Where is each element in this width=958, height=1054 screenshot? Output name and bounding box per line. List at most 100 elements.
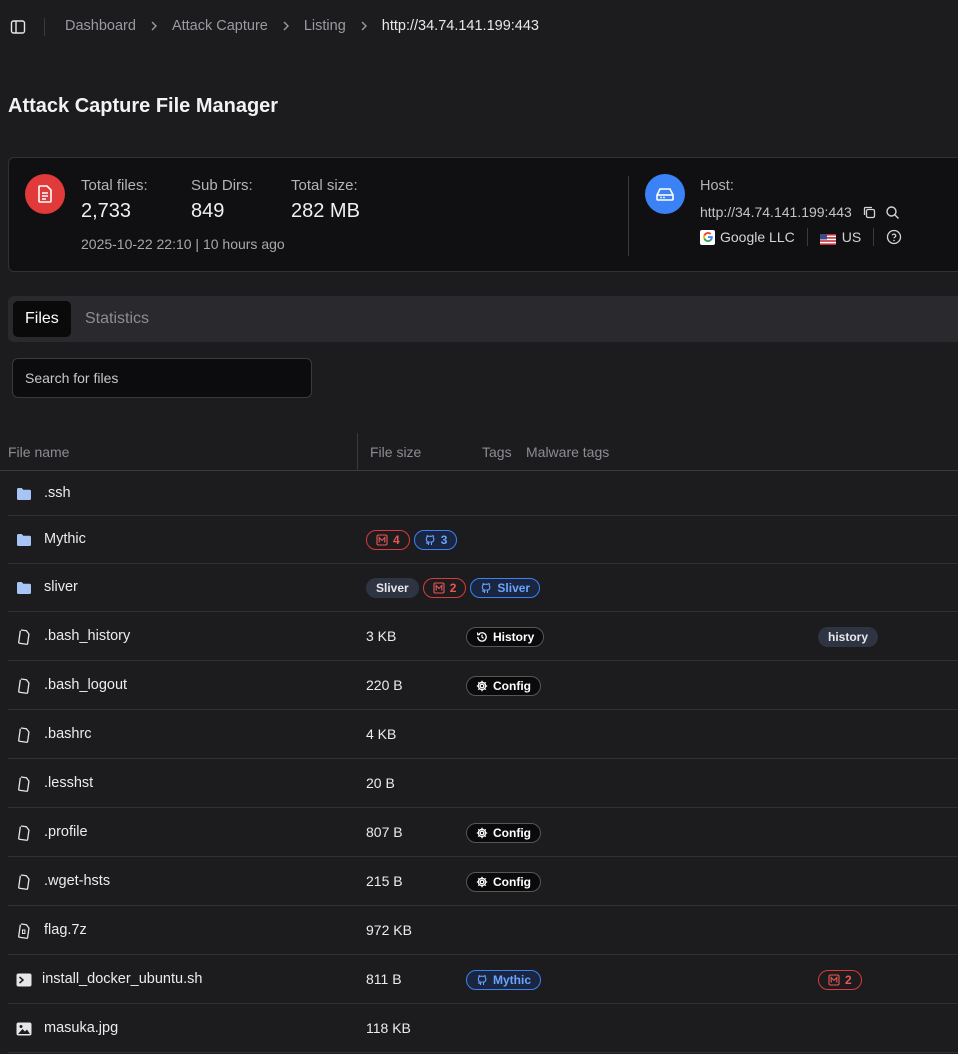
malware-icon	[433, 582, 445, 594]
breadcrumb-dashboard[interactable]: Dashboard	[65, 18, 136, 34]
table-row[interactable]: install_docker_ubuntu.sh 811 B Mythic 2	[8, 955, 958, 1004]
tag-label: Config	[493, 678, 531, 693]
breadcrumb-attack-capture[interactable]: Attack Capture	[172, 18, 268, 34]
tag-badge[interactable]: Sliver	[470, 578, 541, 598]
tag-badge[interactable]: Mythic	[466, 969, 542, 990]
google-logo-icon	[700, 229, 715, 245]
column-header-file-name[interactable]: File name	[8, 444, 69, 460]
tag-badge[interactable]: 2	[422, 578, 467, 598]
malware-tags: 2	[818, 969, 862, 990]
tag-badge[interactable]: 4	[366, 530, 410, 550]
tag-badge[interactable]: Sliver	[366, 578, 419, 598]
tag-badge[interactable]: Config	[466, 675, 541, 696]
table-row[interactable]: .wget-hsts 215 B Config	[8, 857, 958, 906]
tag-badge[interactable]: 3	[413, 530, 458, 550]
divider	[628, 176, 629, 256]
tab-files[interactable]: Files	[13, 301, 71, 337]
copy-icon[interactable]	[862, 205, 877, 220]
sidebar-toggle-icon[interactable]	[9, 18, 27, 36]
tag-label: Sliver	[376, 581, 409, 595]
table-row[interactable]: Mythic 4 3	[8, 516, 958, 564]
tag-label: 2	[449, 581, 457, 595]
tag-label: Config	[493, 874, 531, 889]
tag-label: history	[828, 629, 869, 644]
breadcrumb-listing[interactable]: Listing	[304, 18, 346, 34]
stat-total-files: Total files: 2,733	[81, 177, 148, 223]
malware-icon	[828, 973, 840, 986]
tabs-bar: Files Statistics	[8, 296, 958, 342]
malware-icon	[376, 534, 388, 546]
stat-total-size: Total size: 282 MB	[291, 177, 360, 223]
table-row[interactable]: sliver Sliver 2 Sliver	[8, 564, 958, 612]
folder-icon	[16, 486, 32, 502]
file-size: 118 KB	[366, 1019, 411, 1036]
file-name[interactable]: .lesshst	[44, 775, 93, 791]
file-name[interactable]: flag.7z	[44, 922, 87, 938]
column-resize-handle[interactable]	[357, 433, 358, 470]
malware-tags: history	[818, 626, 879, 647]
tag-badge[interactable]: 2	[818, 969, 862, 990]
file-name[interactable]: .bashrc	[44, 726, 92, 742]
table-row[interactable]: .profile 807 B Config	[8, 808, 958, 857]
tag-badge[interactable]: history	[818, 626, 879, 647]
chevron-right-icon	[282, 21, 290, 31]
file-name[interactable]: Mythic	[44, 531, 86, 547]
us-flag-icon	[819, 232, 836, 245]
tag-label: 4	[393, 533, 400, 547]
search-icon[interactable]	[885, 205, 900, 220]
column-header-file-size[interactable]: File size	[370, 444, 421, 460]
tag-badge[interactable]: History	[466, 626, 545, 647]
table-row[interactable]: .ssh	[8, 471, 958, 516]
file-size: 807 B	[366, 823, 403, 840]
file-icon	[16, 677, 32, 694]
tag-badge[interactable]: Config	[466, 822, 541, 843]
host-url-row: http://34.74.141.199:443	[700, 204, 900, 220]
top-bar: Dashboard Attack Capture Listing http://…	[0, 0, 958, 54]
column-header-tags[interactable]: Tags	[482, 444, 512, 460]
file-name[interactable]: .ssh	[44, 485, 71, 501]
tag-label: Mythic	[493, 972, 532, 987]
hard-drive-icon	[645, 174, 685, 214]
table-row[interactable]: masuka.jpg 118 KB	[8, 1004, 958, 1053]
help-circle-icon[interactable]	[886, 229, 902, 245]
host-meta: Google LLC US	[700, 228, 902, 246]
file-name[interactable]: install_docker_ubuntu.sh	[42, 971, 202, 987]
tag-badge[interactable]: Config	[466, 871, 541, 892]
table-row[interactable]: .bash_logout 220 B Config	[8, 661, 958, 710]
file-name[interactable]: .bash_logout	[44, 677, 127, 693]
folder-icon	[16, 532, 32, 548]
file-icon	[16, 726, 32, 743]
folder-badges: Sliver 2 Sliver	[366, 578, 541, 598]
country-code: US	[841, 229, 862, 245]
file-name[interactable]: masuka.jpg	[44, 1020, 118, 1036]
search-input[interactable]	[12, 358, 312, 398]
stat-value: 282 MB	[291, 200, 360, 222]
tab-statistics[interactable]: Statistics	[73, 301, 161, 337]
file-name[interactable]: .profile	[44, 824, 88, 840]
file-name[interactable]: .wget-hsts	[44, 873, 110, 889]
file-tags: Config	[466, 675, 541, 696]
folder-badges: 43	[366, 530, 458, 550]
table-row[interactable]: .bashrc 4 KB	[8, 710, 958, 759]
stat-value: 2,733	[81, 200, 132, 222]
terminal-icon	[16, 972, 32, 988]
stat-sub-dirs: Sub Dirs: 849	[191, 177, 253, 223]
folder-icon	[16, 580, 32, 596]
file-size: 220 B	[366, 676, 403, 693]
file-size: 4 KB	[366, 725, 397, 742]
file-name[interactable]: sliver	[44, 579, 78, 595]
column-header-malware-tags[interactable]: Malware tags	[526, 444, 609, 460]
file-size: 3 KB	[366, 627, 397, 644]
file-name[interactable]: .bash_history	[44, 628, 130, 644]
table-row[interactable]: flag.7z 972 KB	[8, 906, 958, 955]
breadcrumb: Dashboard Attack Capture Listing http://…	[65, 18, 539, 34]
table-row[interactable]: .lesshst 20 B	[8, 759, 958, 808]
table-row[interactable]: .bash_history 3 KB History history	[8, 612, 958, 661]
chevron-right-icon	[150, 21, 158, 31]
divider	[806, 228, 808, 246]
stat-value: 849	[191, 200, 225, 222]
file-text-icon	[25, 174, 65, 214]
file-icon	[16, 628, 32, 645]
file-size: 20 B	[366, 774, 395, 791]
gear-icon	[476, 876, 488, 888]
